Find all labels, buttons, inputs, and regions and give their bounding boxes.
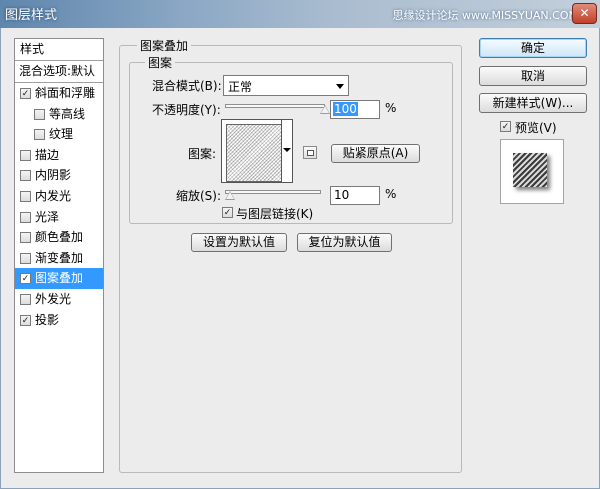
link-layer-label: 与图层链接(K) xyxy=(236,207,314,221)
style-item-checkbox[interactable] xyxy=(20,191,31,202)
blend-mode-select[interactable]: 正常 xyxy=(223,75,349,96)
chevron-down-icon xyxy=(336,84,344,89)
blend-mode-label: 混合模式(B): xyxy=(152,79,222,93)
style-item-checkbox[interactable] xyxy=(20,294,31,305)
style-item-checkbox[interactable]: ✓ xyxy=(20,273,31,285)
style-item-checkbox[interactable] xyxy=(20,252,31,264)
blend-options-item[interactable]: 混合选项:默认 xyxy=(15,61,103,83)
style-item[interactable]: 等高线 xyxy=(15,104,103,125)
opacity-slider[interactable] xyxy=(225,104,325,108)
new-preset-button[interactable] xyxy=(303,146,317,159)
style-preview xyxy=(500,139,564,204)
new-style-button[interactable]: 新建样式(W)... xyxy=(479,93,587,113)
style-item-label: 外发光 xyxy=(35,292,72,306)
check-icon: ✓ xyxy=(501,122,510,132)
pattern-label: 图案: xyxy=(188,147,217,161)
style-item-checkbox[interactable] xyxy=(20,149,31,161)
style-list-header[interactable]: 样式 xyxy=(15,39,103,61)
style-item-label: 描边 xyxy=(35,147,60,162)
style-item[interactable]: ✓ 斜面和浮雕 xyxy=(15,83,103,104)
opacity-input[interactable]: 100 xyxy=(330,100,380,119)
style-item-checkbox[interactable] xyxy=(20,211,31,223)
new-preset-icon xyxy=(307,150,314,156)
opacity-label: 不透明度(Y): xyxy=(152,103,221,117)
style-item-checkbox[interactable]: ✓ xyxy=(20,88,31,99)
style-item-label: 纹理 xyxy=(49,127,74,142)
cancel-button[interactable]: 取消 xyxy=(479,66,587,86)
style-item-label: 图案叠加 xyxy=(35,271,84,286)
style-item-checkbox[interactable] xyxy=(20,170,31,182)
pattern-dropdown-button[interactable] xyxy=(281,119,293,183)
style-list: 样式 混合选项:默认 ✓ 斜面和浮雕等高线纹理描边内阴影内发光光泽颜色叠加渐变叠加… xyxy=(14,38,104,473)
preview-label: 预览(V) xyxy=(515,121,557,135)
style-item[interactable]: 外发光 xyxy=(15,289,103,310)
style-item-checkbox[interactable]: ✓ xyxy=(20,314,31,326)
opacity-percent: % xyxy=(385,101,397,115)
style-item-label: 等高线 xyxy=(49,106,86,121)
close-button[interactable]: ✕ xyxy=(572,3,597,24)
style-item-label: 内阴影 xyxy=(35,168,72,183)
style-item-label: 投影 xyxy=(35,312,60,327)
reset-default-button[interactable]: 复位为默认值 xyxy=(297,233,392,252)
scale-value: 10 xyxy=(334,188,350,202)
ok-button[interactable]: 确定 xyxy=(479,38,587,58)
check-icon: ✓ xyxy=(223,208,232,218)
preview-shape xyxy=(513,153,547,187)
check-icon: ✓ xyxy=(21,315,30,326)
style-item[interactable]: 渐变叠加 xyxy=(15,248,103,269)
window-title: 图层样式 xyxy=(5,8,58,23)
style-item-label: 斜面和浮雕 xyxy=(35,86,96,100)
snap-origin-button[interactable]: 贴紧原点(A) xyxy=(331,144,420,163)
check-icon: ✓ xyxy=(21,89,30,99)
style-item-checkbox[interactable] xyxy=(34,129,45,141)
style-item-label: 颜色叠加 xyxy=(35,230,84,245)
style-item-label: 内发光 xyxy=(35,189,72,203)
pattern-overlay-title: 图案叠加 xyxy=(137,37,192,54)
opacity-value: 100 xyxy=(333,102,358,116)
title-bar[interactable]: 图层样式 思缘设计论坛 www.MISSYUAN.COM xyxy=(0,0,600,28)
opacity-slider-handle[interactable] xyxy=(320,105,330,114)
blend-mode-value: 正常 xyxy=(228,80,253,94)
style-item-label: 光泽 xyxy=(35,209,60,224)
set-default-button[interactable]: 设置为默认值 xyxy=(191,233,287,252)
style-item-checkbox[interactable] xyxy=(34,108,45,120)
close-icon: ✕ xyxy=(579,6,590,20)
style-item[interactable]: ✓ 图案叠加 xyxy=(15,268,103,290)
style-item[interactable]: 内阴影 xyxy=(15,165,103,186)
scale-input[interactable]: 10 xyxy=(330,186,380,205)
style-item-label: 渐变叠加 xyxy=(35,250,84,265)
preview-checkbox[interactable]: ✓ xyxy=(500,121,511,132)
style-item[interactable]: ✓ 投影 xyxy=(15,310,103,331)
check-icon: ✓ xyxy=(21,274,30,285)
scale-slider[interactable] xyxy=(225,190,321,194)
style-item[interactable]: 内发光 xyxy=(15,186,103,207)
watermark-text: 思缘设计论坛 www.MISSYUAN.COM xyxy=(392,9,578,22)
link-layer-checkbox[interactable]: ✓ xyxy=(222,207,233,218)
style-item[interactable]: 光泽 xyxy=(15,207,103,228)
scale-label: 缩放(S): xyxy=(176,189,222,203)
scale-percent: % xyxy=(385,187,397,201)
style-item-checkbox[interactable] xyxy=(20,232,31,244)
style-item[interactable]: 颜色叠加 xyxy=(15,227,103,248)
style-item[interactable]: 描边 xyxy=(15,145,103,166)
pattern-subgroup-title: 图案 xyxy=(145,54,176,71)
scale-slider-handle[interactable] xyxy=(225,191,235,200)
style-item[interactable]: 纹理 xyxy=(15,124,103,145)
chevron-down-icon xyxy=(283,148,291,152)
